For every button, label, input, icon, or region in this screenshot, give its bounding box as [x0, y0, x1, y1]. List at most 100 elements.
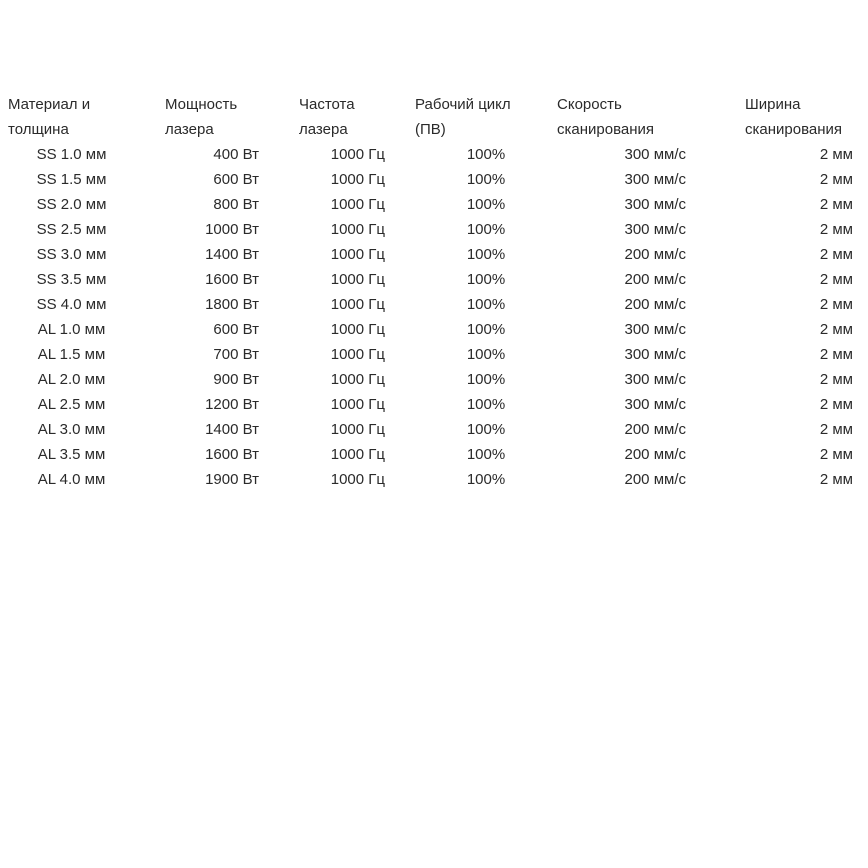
table-row: SS 1.5 мм 600 Вт 1000 Гц 100% 300 мм/с 2… — [8, 167, 860, 192]
header-frequency-line1: Частота — [299, 96, 355, 113]
header-duty-cycle-line2: (ПВ) — [415, 121, 446, 138]
header-material-line2: толщина — [8, 121, 69, 138]
header-row: Материал и толщина Мощность лазера Частота… — [8, 92, 860, 142]
cell-speed: 200 мм/с — [624, 471, 687, 488]
header-material-line1: Материал и — [8, 96, 91, 113]
cell-power: 1000 Вт — [205, 221, 259, 238]
cell-speed: 300 мм/с — [624, 321, 687, 338]
cell-width: 2 мм — [819, 471, 853, 488]
table-row: SS 3.5 мм 1600 Вт 1000 Гц 100% 200 мм/с … — [8, 267, 860, 292]
cell-width: 2 мм — [819, 321, 853, 338]
cell-speed: 300 мм/с — [624, 146, 687, 163]
cell-frequency: 1000 Гц — [330, 321, 385, 338]
cell-power: 600 Вт — [213, 171, 259, 188]
header-power-line2: лазера — [165, 121, 214, 138]
cell-material: SS 2.5 мм — [36, 221, 107, 238]
cell-frequency: 1000 Гц — [330, 221, 385, 238]
cell-speed: 200 мм/с — [624, 271, 687, 288]
cell-frequency: 1000 Гц — [330, 421, 385, 438]
table-row: AL 2.0 мм 900 Вт 1000 Гц 100% 300 мм/с 2… — [8, 367, 860, 392]
cell-material: SS 3.0 мм — [36, 246, 107, 263]
cell-width: 2 мм — [819, 146, 853, 163]
cell-speed: 300 мм/с — [624, 346, 687, 363]
cell-width: 2 мм — [819, 446, 853, 463]
cell-material: AL 1.5 мм — [37, 346, 106, 363]
cell-power: 1400 Вт — [205, 246, 259, 263]
cell-frequency: 1000 Гц — [330, 146, 385, 163]
cell-material: SS 1.5 мм — [36, 171, 107, 188]
cell-width: 2 мм — [819, 221, 853, 238]
header-duty-cycle-line1: Рабочий цикл — [415, 96, 511, 113]
cell-power: 400 Вт — [213, 146, 259, 163]
cell-frequency: 1000 Гц — [330, 196, 385, 213]
table-row: AL 4.0 мм 1900 Вт 1000 Гц 100% 200 мм/с … — [8, 467, 860, 492]
header-frequency: Частота лазера — [299, 92, 415, 142]
table-row: SS 4.0 мм 1800 Вт 1000 Гц 100% 200 мм/с … — [8, 292, 860, 317]
header-material: Материал и толщина — [8, 92, 165, 142]
cell-power: 800 Вт — [213, 196, 259, 213]
cell-width: 2 мм — [819, 296, 853, 313]
cell-width: 2 мм — [819, 346, 853, 363]
header-width-line1: Ширина — [745, 96, 801, 113]
cell-duty-cycle: 100% — [466, 321, 506, 338]
cell-frequency: 1000 Гц — [330, 446, 385, 463]
cell-speed: 200 мм/с — [624, 296, 687, 313]
cell-width: 2 мм — [819, 246, 853, 263]
table-row: AL 2.5 мм 1200 Вт 1000 Гц 100% 300 мм/с … — [8, 392, 860, 417]
cell-power: 1600 Вт — [205, 271, 259, 288]
cell-duty-cycle: 100% — [466, 271, 506, 288]
cell-frequency: 1000 Гц — [330, 346, 385, 363]
table-row: SS 2.5 мм 1000 Вт 1000 Гц 100% 300 мм/с … — [8, 217, 860, 242]
cell-material: AL 3.0 мм — [37, 421, 106, 438]
cell-power: 1400 Вт — [205, 421, 259, 438]
cell-power: 1600 Вт — [205, 446, 259, 463]
cell-speed: 300 мм/с — [624, 371, 687, 388]
cell-duty-cycle: 100% — [466, 171, 506, 188]
cell-width: 2 мм — [819, 271, 853, 288]
cell-material: AL 1.0 мм — [37, 321, 106, 338]
cell-duty-cycle: 100% — [466, 446, 506, 463]
cell-duty-cycle: 100% — [466, 396, 506, 413]
table-row: AL 1.0 мм 600 Вт 1000 Гц 100% 300 мм/с 2… — [8, 317, 860, 342]
cell-power: 700 Вт — [213, 346, 259, 363]
header-speed: Скорость сканирования — [557, 92, 745, 142]
cell-duty-cycle: 100% — [466, 421, 506, 438]
table-row: AL 3.5 мм 1600 Вт 1000 Гц 100% 200 мм/с … — [8, 442, 860, 467]
table-row: AL 1.5 мм 700 Вт 1000 Гц 100% 300 мм/с 2… — [8, 342, 860, 367]
table-body: SS 1.0 мм 400 Вт 1000 Гц 100% 300 мм/с 2… — [8, 142, 860, 492]
cell-power: 600 Вт — [213, 321, 259, 338]
header-width: Ширина сканирования — [745, 92, 860, 142]
header-power-line1: Мощность — [165, 96, 238, 113]
cell-speed: 300 мм/с — [624, 196, 687, 213]
cell-power: 900 Вт — [213, 371, 259, 388]
cell-width: 2 мм — [819, 421, 853, 438]
cell-duty-cycle: 100% — [466, 471, 506, 488]
cell-material: SS 1.0 мм — [36, 146, 107, 163]
cell-duty-cycle: 100% — [466, 146, 506, 163]
table-row: AL 3.0 мм 1400 Вт 1000 Гц 100% 200 мм/с … — [8, 417, 860, 442]
cell-frequency: 1000 Гц — [330, 246, 385, 263]
cell-duty-cycle: 100% — [466, 246, 506, 263]
cell-speed: 300 мм/с — [624, 396, 687, 413]
cell-power: 1800 Вт — [205, 296, 259, 313]
cell-material: SS 2.0 мм — [36, 196, 107, 213]
cell-frequency: 1000 Гц — [330, 296, 385, 313]
cell-duty-cycle: 100% — [466, 296, 506, 313]
cell-speed: 200 мм/с — [624, 446, 687, 463]
cell-duty-cycle: 100% — [466, 346, 506, 363]
cell-material: AL 4.0 мм — [37, 471, 106, 488]
header-frequency-line2: лазера — [299, 121, 348, 138]
cell-frequency: 1000 Гц — [330, 396, 385, 413]
cell-width: 2 мм — [819, 196, 853, 213]
header-speed-line1: Скорость — [557, 96, 622, 113]
cell-frequency: 1000 Гц — [330, 271, 385, 288]
cell-width: 2 мм — [819, 171, 853, 188]
cell-speed: 200 мм/с — [624, 421, 687, 438]
cell-material: AL 2.5 мм — [37, 396, 106, 413]
cell-material: SS 4.0 мм — [36, 296, 107, 313]
cell-duty-cycle: 100% — [466, 221, 506, 238]
cell-frequency: 1000 Гц — [330, 171, 385, 188]
cell-speed: 300 мм/с — [624, 221, 687, 238]
table-row: SS 1.0 мм 400 Вт 1000 Гц 100% 300 мм/с 2… — [8, 142, 860, 167]
cell-duty-cycle: 100% — [466, 371, 506, 388]
